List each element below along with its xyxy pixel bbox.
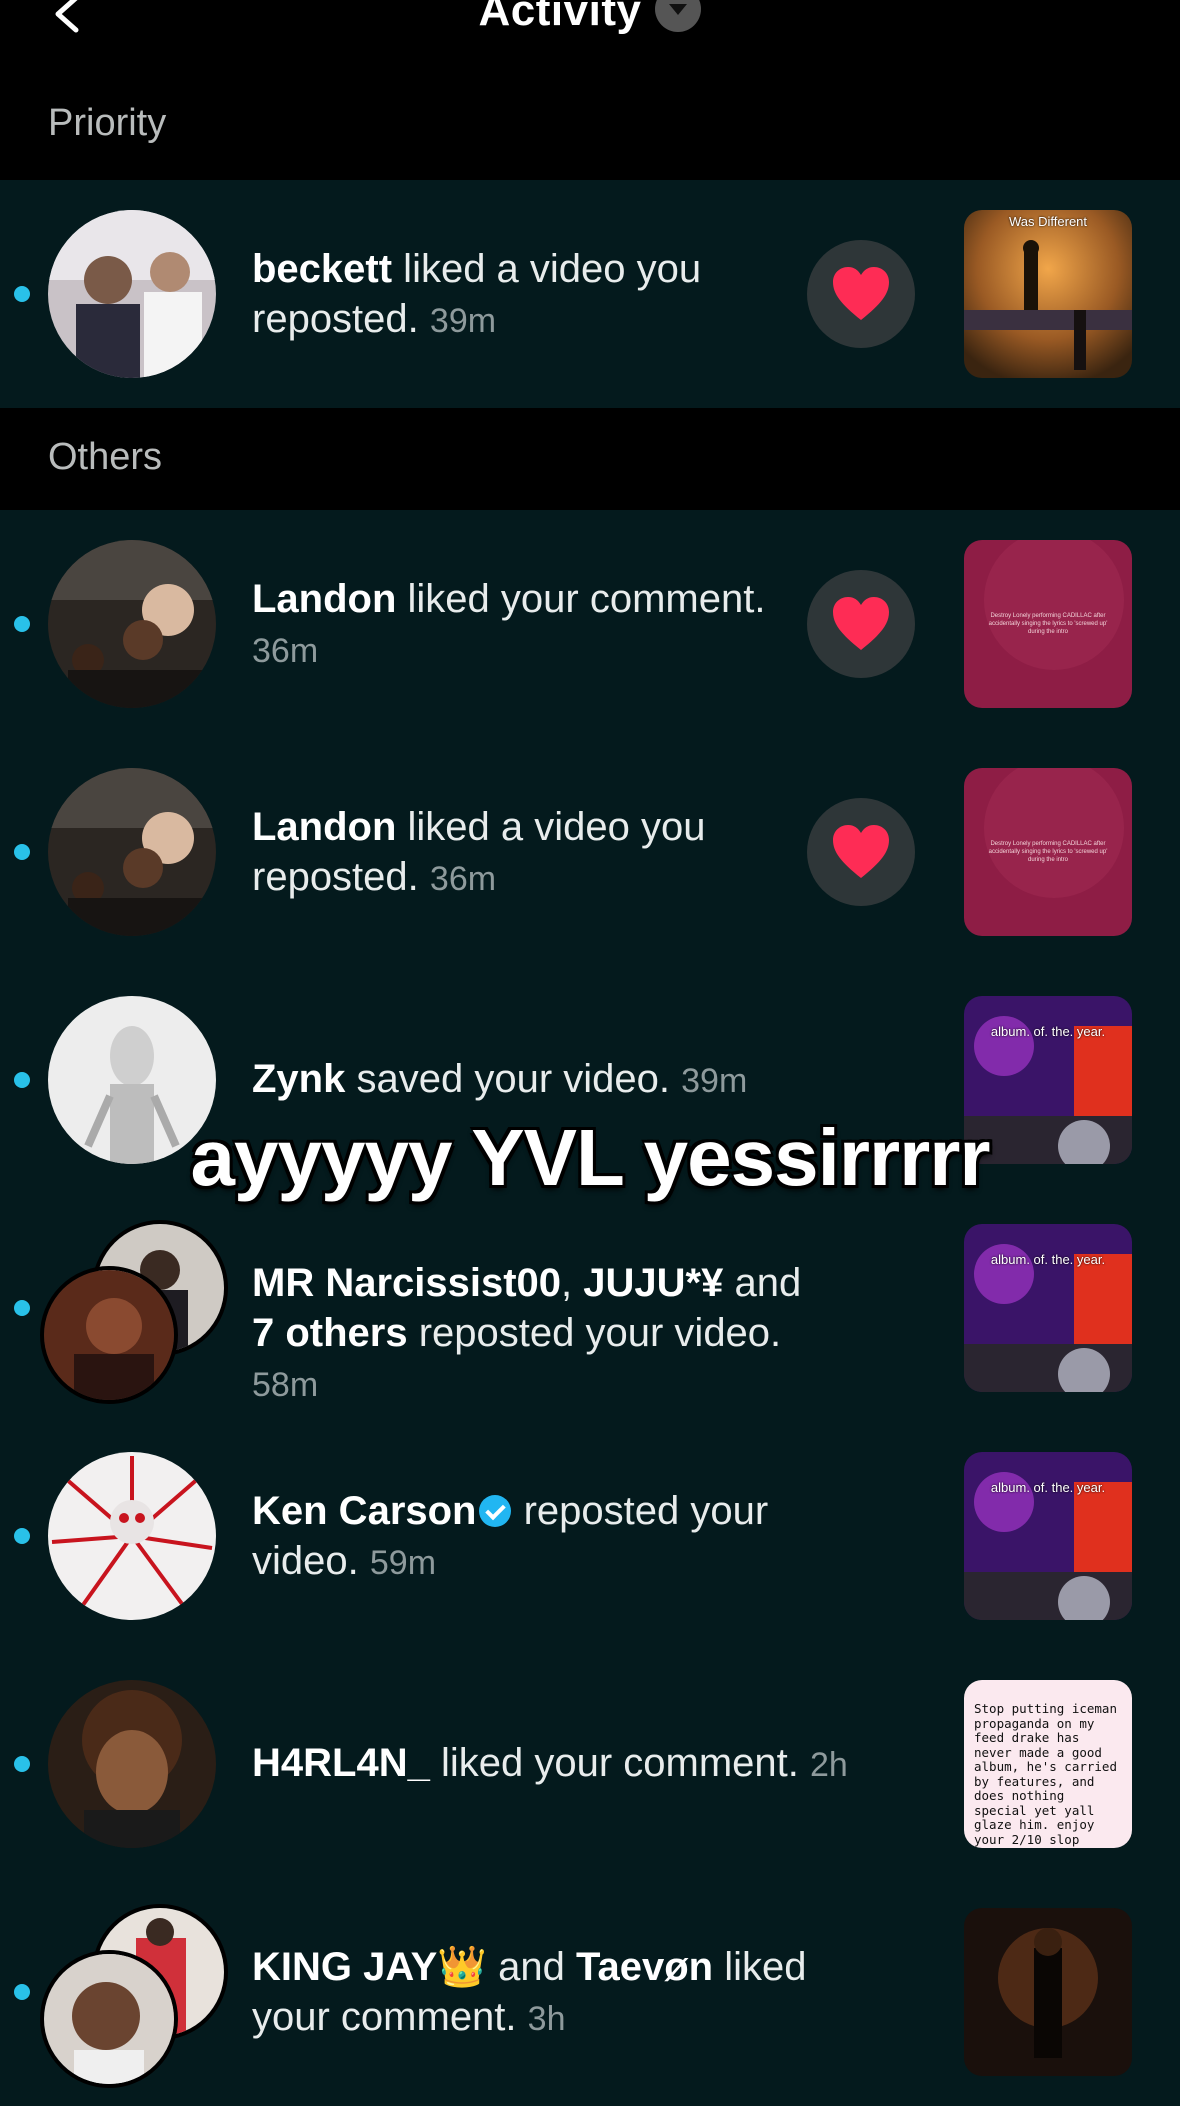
heart-icon xyxy=(833,825,889,878)
unread-dot xyxy=(14,286,30,302)
thumbnail-caption: Destroy Lonely performing CADILLAC after… xyxy=(988,613,1108,635)
username[interactable]: MR Narcissist00 xyxy=(252,1261,561,1305)
unread-dot xyxy=(14,1300,30,1316)
unread-dot xyxy=(14,1984,30,2000)
username[interactable]: H4RL4N_ xyxy=(252,1741,430,1785)
like-back-button[interactable] xyxy=(807,798,915,906)
thumbnail-caption: Was Different xyxy=(1008,214,1088,229)
notification-text: Ken Carson reposted your video. 59m xyxy=(252,1489,769,1583)
timestamp: 36m xyxy=(429,860,497,898)
username[interactable]: Ken Carson xyxy=(252,1489,477,1533)
video-thumbnail[interactable]: Was Different xyxy=(964,210,1132,378)
video-thumbnail[interactable]: album. of. the. year. xyxy=(964,1224,1132,1392)
notification-row[interactable]: Ken Carson reposted your video. 59m albu… xyxy=(0,1422,1180,1650)
avatar[interactable] xyxy=(40,1266,178,1404)
avatar[interactable] xyxy=(40,1950,178,2088)
like-back-button[interactable] xyxy=(807,570,915,678)
video-thumbnail[interactable]: album. of. the. year. xyxy=(964,1452,1132,1620)
section-label: Priority xyxy=(48,102,167,144)
username[interactable]: Landon xyxy=(252,577,396,621)
notification-text: beckett liked a video you reposted. 39m xyxy=(252,247,702,341)
avatar[interactable] xyxy=(48,1680,216,1848)
notification-text: MR Narcissist00, JUJU*¥ and 7 others rep… xyxy=(252,1261,802,1404)
notification-row[interactable]: Landon liked a video you reposted. 36m D… xyxy=(0,738,1180,966)
username[interactable]: Taevøn xyxy=(576,1945,713,1989)
top-bar: Activity xyxy=(0,0,1180,70)
timestamp: 3h xyxy=(527,2000,566,2038)
username[interactable]: KING JAY👑 xyxy=(252,1945,487,1989)
overlay-caption: ayyyyy YVL yessirrrrr xyxy=(190,1113,991,1202)
thumbnail-caption: album. of. the. year. xyxy=(990,1252,1106,1267)
title-dropdown[interactable]: Activity xyxy=(0,0,1180,36)
notification-text: Landon liked your comment. 36m xyxy=(252,577,766,670)
timestamp: 59m xyxy=(369,1544,437,1582)
notification-text: H4RL4N_ liked your comment. 2h xyxy=(252,1741,848,1785)
timestamp: 36m xyxy=(252,632,319,670)
username[interactable]: beckett xyxy=(252,247,392,291)
notification-text: Zynk saved your video. 39m xyxy=(252,1057,748,1101)
notification-row[interactable]: beckett liked a video you reposted. 39m … xyxy=(0,180,1180,408)
unread-dot xyxy=(14,1528,30,1544)
notification-row[interactable]: Landon liked your comment. 36m Destroy L… xyxy=(0,510,1180,738)
unread-dot xyxy=(14,844,30,860)
avatar[interactable] xyxy=(48,210,216,378)
avatar[interactable] xyxy=(48,768,216,936)
chevron-down-icon xyxy=(655,0,702,32)
timestamp: 58m xyxy=(252,1366,319,1404)
notification-row[interactable]: KING JAY👑 and Taevøn liked your comment.… xyxy=(0,1878,1180,2106)
timestamp: 39m xyxy=(429,302,497,340)
heart-icon xyxy=(833,267,889,320)
notification-text: Landon liked a video you reposted. 36m xyxy=(252,805,706,899)
video-thumbnail[interactable]: Destroy Lonely performing CADILLAC after… xyxy=(964,768,1132,936)
comment-thumbnail[interactable]: Stop putting iceman propaganda on my fee… xyxy=(964,1680,1132,1848)
thumbnail-caption: album. of. the. year. xyxy=(990,1480,1106,1495)
video-thumbnail[interactable]: Destroy Lonely performing CADILLAC after… xyxy=(964,540,1132,708)
username[interactable]: Zynk xyxy=(252,1057,345,1101)
thumbnail-caption: Destroy Lonely performing CADILLAC after… xyxy=(988,841,1108,863)
timestamp: 39m xyxy=(681,1062,748,1100)
unread-dot xyxy=(14,1756,30,1772)
section-header-priority: Priority xyxy=(0,70,1180,180)
like-back-button[interactable] xyxy=(807,240,915,348)
video-thumbnail[interactable] xyxy=(964,1908,1132,2076)
avatar[interactable] xyxy=(48,1452,216,1620)
heart-icon xyxy=(833,597,889,650)
comment-preview: Stop putting iceman propaganda on my fee… xyxy=(964,1680,1132,1848)
verified-badge-icon xyxy=(478,1495,511,1527)
unread-dot xyxy=(14,616,30,632)
section-header-others: Others xyxy=(0,408,1180,510)
section-label: Others xyxy=(48,436,163,478)
username[interactable]: Landon xyxy=(252,805,396,849)
timestamp: 2h xyxy=(810,1746,848,1784)
unread-dot xyxy=(14,1072,30,1088)
avatar[interactable] xyxy=(48,540,216,708)
notification-row[interactable]: MR Narcissist00, JUJU*¥ and 7 others rep… xyxy=(0,1194,1180,1422)
thumbnail-caption: album. of. the. year. xyxy=(990,1024,1106,1039)
notification-text: KING JAY👑 and Taevøn liked your comment.… xyxy=(252,1945,807,2039)
username[interactable]: JUJU*¥ xyxy=(583,1261,723,1305)
page-title: Activity xyxy=(478,0,642,35)
others-count[interactable]: 7 others xyxy=(252,1311,408,1355)
notification-row[interactable]: H4RL4N_ liked your comment. 2h Stop putt… xyxy=(0,1650,1180,1878)
